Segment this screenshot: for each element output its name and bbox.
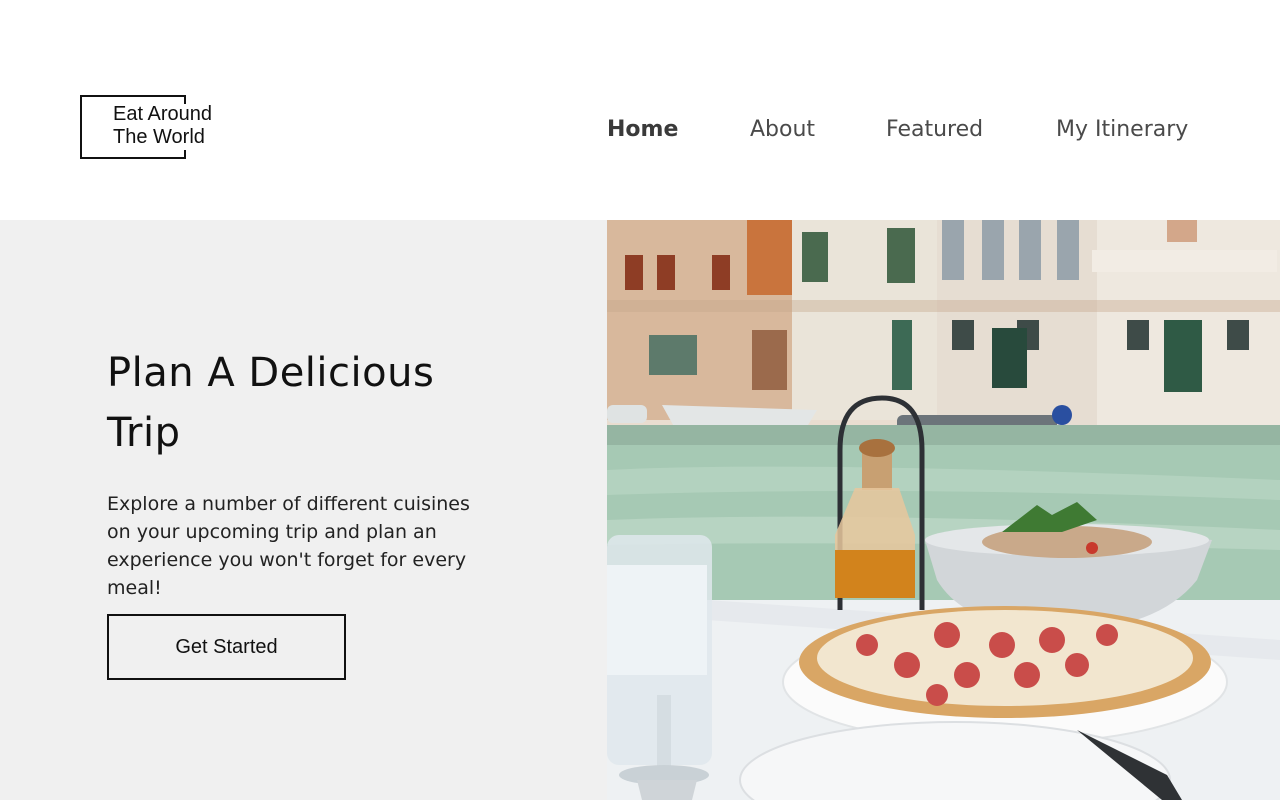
logo-frame-left: [80, 95, 82, 159]
hero-title-line-1: Plan A Delicious: [107, 350, 435, 396]
site-header: Eat Around The World Home About Featured…: [0, 0, 1280, 220]
nav-link-home[interactable]: Home: [607, 112, 678, 148]
hero-title: Plan A Delicious Trip: [107, 343, 527, 463]
hero-title-line-2: Trip: [107, 410, 181, 456]
logo-frame-right-bottom: [184, 150, 186, 159]
nav-link-my-itinerary[interactable]: My Itinerary: [1056, 112, 1188, 148]
logo-text: Eat Around The World: [113, 103, 253, 149]
nav-link-featured[interactable]: Featured: [886, 112, 983, 148]
hero-description: Explore a number of different cuisines o…: [107, 493, 470, 599]
logo-line-1: Eat Around: [113, 103, 212, 125]
logo-frame-bottom: [80, 157, 186, 159]
site-logo[interactable]: Eat Around The World: [80, 95, 225, 159]
hero-image: [607, 220, 1280, 800]
hero-photo-illustration: [607, 220, 1280, 800]
nav-link-about[interactable]: About: [750, 112, 815, 148]
get-started-button[interactable]: Get Started: [107, 614, 346, 680]
logo-line-2: The World: [113, 126, 205, 148]
logo-frame-top: [80, 95, 186, 97]
